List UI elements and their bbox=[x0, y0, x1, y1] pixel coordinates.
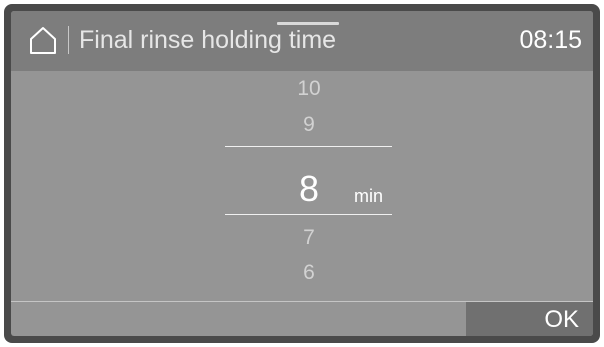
picker-option-9[interactable]: 9 bbox=[261, 113, 357, 137]
ok-button[interactable]: OK bbox=[466, 302, 593, 336]
ok-button-label: OK bbox=[544, 306, 579, 333]
picker-option-6[interactable]: 6 bbox=[261, 261, 357, 285]
selection-line-top bbox=[225, 146, 392, 147]
header-divider bbox=[68, 26, 69, 54]
picker-option-10[interactable]: 10 bbox=[261, 77, 357, 101]
selected-value[interactable]: 8 bbox=[261, 168, 357, 210]
time-picker[interactable]: 10 9 8 min 7 6 bbox=[11, 71, 593, 301]
picker-option-7[interactable]: 7 bbox=[261, 226, 357, 250]
display-screen: Final rinse holding time 08:15 10 9 8 mi… bbox=[11, 11, 593, 336]
header-bar: Final rinse holding time 08:15 bbox=[11, 11, 593, 71]
home-icon[interactable] bbox=[28, 25, 58, 55]
clock: 08:15 bbox=[519, 26, 582, 54]
selection-line-bottom bbox=[225, 214, 392, 215]
page-title: Final rinse holding time bbox=[79, 26, 337, 54]
top-notch-indicator bbox=[277, 22, 339, 25]
unit-label: min bbox=[354, 186, 384, 206]
